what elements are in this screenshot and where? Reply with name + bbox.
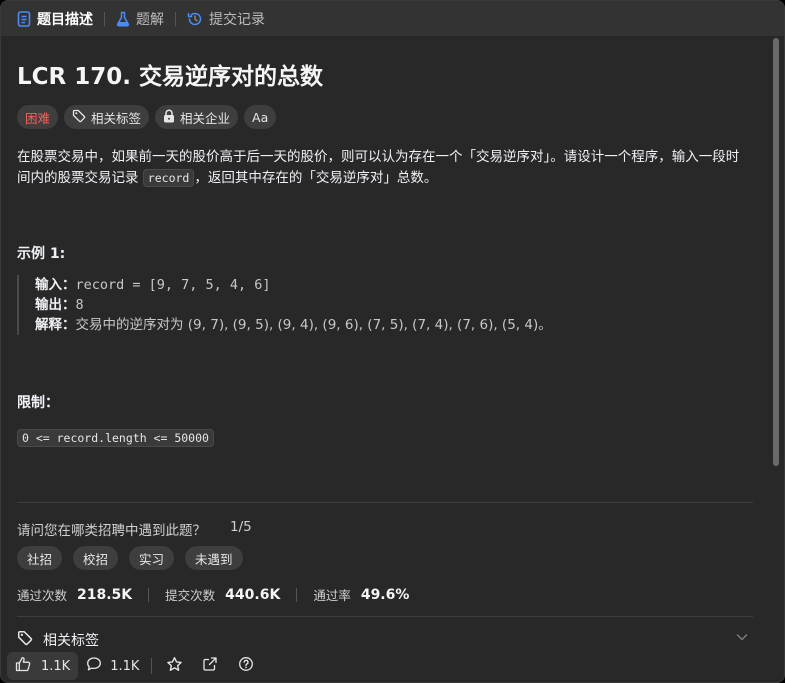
example-block: 输入：record = [9, 7, 5, 4, 6] 输出：8 解释：交易中的… [17, 275, 752, 335]
survey-progress: 1/5 [230, 519, 252, 535]
tag-icon [72, 109, 86, 126]
tag-icon [17, 630, 33, 646]
tab-solutions-label: 题解 [136, 11, 164, 28]
history-icon [187, 11, 203, 27]
submissions-value: 440.6K [225, 586, 281, 603]
survey-option-never[interactable]: 未遇到 [185, 546, 243, 570]
interview-survey: 请问您在哪类招聘中遇到此题？ 1/5 [17, 519, 252, 539]
tab-submissions-label: 提交记录 [209, 11, 265, 28]
section-divider [17, 616, 753, 617]
constraints-heading: 限制： [17, 395, 59, 411]
font-toggle-icon: Aa [252, 109, 269, 125]
bottom-action-bar: 1.1K 1.1K [1, 649, 784, 682]
survey-options: 社招 校招 实习 未遇到 [17, 546, 243, 570]
problem-meta-pills: 困难 相关标签 相关企业 Aa [17, 105, 277, 129]
submission-stats: 通过次数 218.5K 提交次数 440.6K 通过率 49.6% [17, 585, 409, 604]
chevron-down-icon[interactable] [735, 630, 749, 646]
comments-button[interactable]: 1.1K [78, 652, 147, 680]
lock-icon [163, 109, 175, 126]
tab-submissions[interactable]: 提交记录 [183, 1, 269, 36]
constraint-code: 0 <= record.length <= 50000 [17, 429, 214, 447]
example-explain-value: 交易中的逆序对为 (9, 7), (9, 5), (9, 4), (9, 6),… [75, 317, 552, 333]
like-button[interactable]: 1.1K [7, 652, 79, 680]
problem-description: 在股票交易中，如果前一天的股价高于后一天的股价，则可以认为存在一个「交易逆序对」… [17, 147, 752, 189]
example-input-label: 输入： [35, 277, 76, 293]
example-output-row: 输出：8 [35, 295, 752, 315]
favorite-button[interactable] [156, 652, 192, 680]
share-button[interactable] [192, 652, 228, 680]
accepted-label: 通过次数 [17, 588, 68, 603]
related-tags-button[interactable]: 相关标签 [64, 105, 150, 129]
tab-description-label: 题目描述 [37, 11, 93, 28]
help-icon [238, 656, 254, 676]
thumbs-up-icon [15, 656, 31, 676]
bottom-divider [151, 658, 153, 674]
example-input-row: 输入：record = [9, 7, 5, 4, 6] [35, 275, 752, 295]
related-tags-label: 相关标签 [91, 110, 142, 126]
problem-panel: 题目描述 题解 提交记录 LCR 170. 交易逆序对的总数 困难 相关标签 相… [0, 0, 785, 683]
survey-option-intern[interactable]: 实习 [129, 546, 175, 570]
comment-count: 1.1K [110, 658, 140, 674]
tab-divider [104, 11, 105, 26]
help-button[interactable] [228, 652, 264, 680]
inline-code-record: record [142, 169, 195, 187]
stats-divider [148, 587, 150, 602]
tab-divider [175, 11, 176, 26]
flask-icon [116, 11, 130, 27]
section-divider [17, 502, 753, 503]
survey-option-campus[interactable]: 校招 [73, 546, 119, 570]
scrollbar[interactable] [773, 38, 779, 466]
translate-font-button[interactable]: Aa [244, 105, 277, 129]
tab-solutions[interactable]: 题解 [112, 1, 168, 36]
stats-divider [296, 587, 298, 602]
description-text-2: ，返回其中存在的「交易逆序对」总数。 [194, 170, 438, 186]
example-explain-label: 解释： [35, 317, 76, 333]
like-count: 1.1K [41, 658, 71, 674]
example-input-value: record = [9, 7, 5, 4, 6] [75, 277, 271, 293]
related-tags-section-label: 相关标签 [43, 633, 99, 646]
tab-bar: 题目描述 题解 提交记录 [1, 1, 784, 36]
problem-content: LCR 170. 交易逆序对的总数 困难 相关标签 相关企业 Aa 在股票交易中… [17, 36, 753, 646]
tab-description[interactable]: 题目描述 [13, 1, 97, 36]
document-icon [17, 10, 31, 27]
example-explain-row: 解释：交易中的逆序对为 (9, 7), (9, 5), (9, 4), (9, … [35, 315, 752, 335]
example-output-value: 8 [75, 297, 84, 313]
page-title: LCR 170. 交易逆序对的总数 [17, 64, 324, 90]
example-heading: 示例 1: [17, 246, 66, 262]
constraint-item: 0 <= record.length <= 50000 [17, 427, 214, 447]
star-icon [166, 656, 183, 677]
share-icon [202, 656, 218, 676]
related-companies-button[interactable]: 相关企业 [155, 105, 239, 129]
example-output-label: 输出： [35, 297, 76, 313]
difficulty-badge[interactable]: 困难 [17, 105, 59, 129]
comment-icon [86, 656, 102, 676]
survey-question: 请问您在哪类招聘中遇到此题？ [17, 523, 206, 539]
related-tags-section[interactable]: 相关标签 [17, 630, 753, 646]
acceptance-rate-label: 通过率 [313, 588, 351, 603]
acceptance-rate-value: 49.6% [360, 586, 410, 603]
related-companies-label: 相关企业 [180, 110, 231, 126]
accepted-value: 218.5K [77, 586, 133, 603]
submissions-label: 提交次数 [165, 588, 216, 603]
survey-option-social[interactable]: 社招 [17, 546, 63, 570]
